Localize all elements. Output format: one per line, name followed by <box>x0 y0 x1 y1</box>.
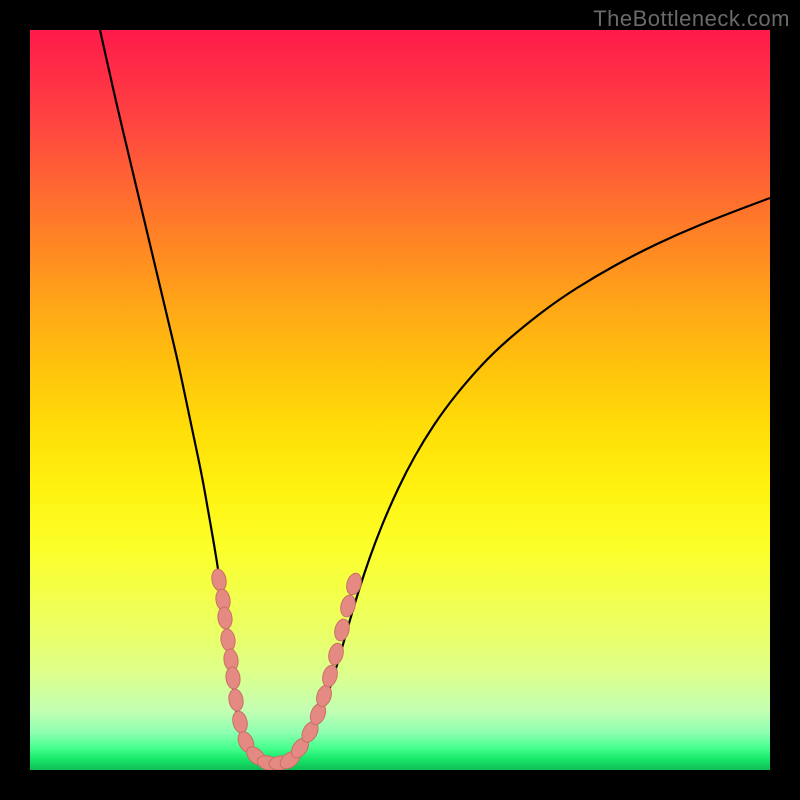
marker-point <box>220 628 237 652</box>
marker-point <box>231 710 250 735</box>
curve-markers <box>210 568 364 770</box>
marker-point <box>217 606 234 630</box>
marker-point <box>338 594 357 619</box>
watermark-text: TheBottleneck.com <box>593 6 790 32</box>
marker-point <box>227 688 244 712</box>
marker-point <box>344 572 363 597</box>
bottleneck-curve <box>30 30 770 770</box>
marker-point <box>225 666 242 690</box>
curve-left-branch <box>100 30 274 765</box>
marker-point <box>210 568 228 592</box>
chart-frame: TheBottleneck.com <box>0 0 800 800</box>
curve-right-branch <box>274 198 770 765</box>
plot-area <box>30 30 770 770</box>
